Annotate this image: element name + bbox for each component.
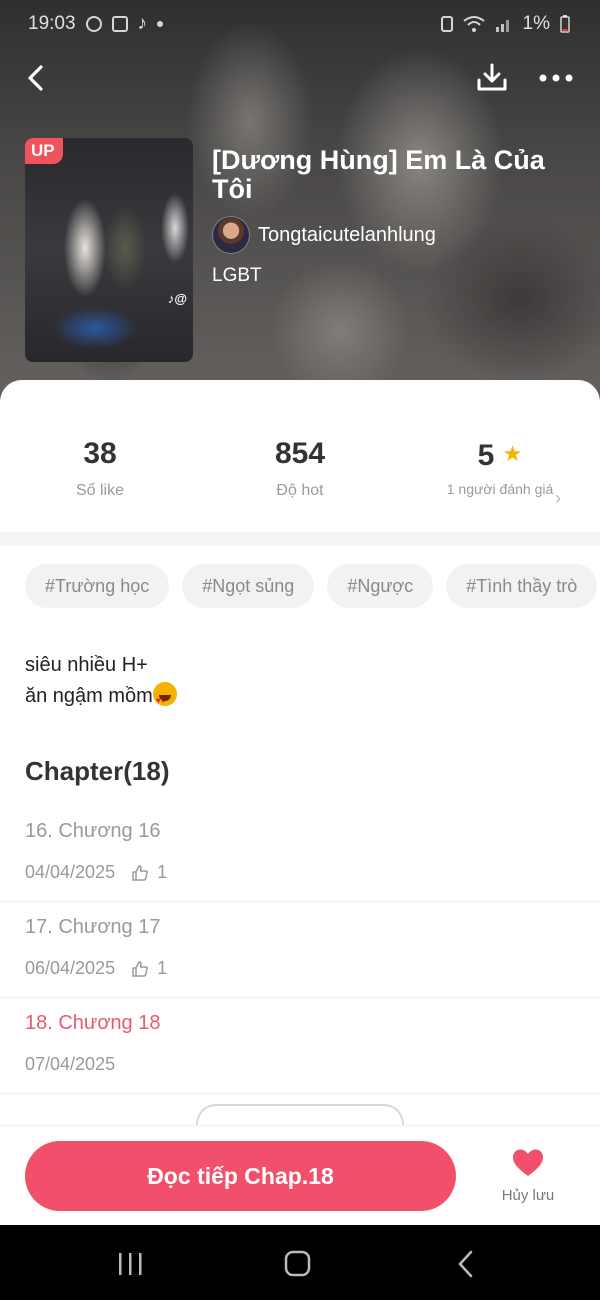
unsave-button[interactable]: Hủy lưu xyxy=(496,1148,560,1204)
home-button[interactable] xyxy=(278,1249,318,1279)
chapter-date: 06/04/2025 xyxy=(25,958,116,978)
chapter-likes: 1 xyxy=(157,862,168,882)
tag-sweet[interactable]: #Ngọt sủng xyxy=(182,564,315,608)
stats-row: 38 Số like 854 Độ hot 5 ★ 1 người đánh g… xyxy=(0,436,600,526)
tag-teacher-student[interactable]: #Tình thầy trò xyxy=(446,564,598,608)
hot-label: Độ hot xyxy=(276,482,324,499)
recent-apps-icon xyxy=(119,1253,142,1275)
description: siêu nhiều H+ ăn ngậm mồm xyxy=(25,650,177,716)
home-icon xyxy=(284,1250,311,1277)
chapter-row[interactable]: 17. Chương 17 06/04/2025 1 xyxy=(0,902,600,998)
chevron-right-icon: › xyxy=(555,488,561,508)
likes-label: Số like xyxy=(75,482,125,499)
status-time: 19:03 xyxy=(28,13,76,34)
unsave-label: Hủy lưu xyxy=(501,1187,555,1204)
thumbs-up-icon xyxy=(132,960,148,977)
description-line-2: ăn ngậm mồm xyxy=(25,685,153,707)
wifi-icon xyxy=(462,16,485,32)
chapters-heading: Chapter(18) xyxy=(25,756,170,786)
nav-back-icon xyxy=(458,1250,473,1278)
tag-list: #Trường học #Ngọt sủng #Ngược #Tình thầy… xyxy=(25,564,598,608)
section-divider xyxy=(0,532,600,546)
tag-school[interactable]: #Trường học xyxy=(25,564,170,608)
status-bar: 19:03 ♪ 1% xyxy=(28,10,570,38)
likes-stat: 38 Số like xyxy=(0,436,200,500)
tiktok-status-icon: ♪ xyxy=(137,13,148,34)
system-nav-bar xyxy=(0,1225,600,1300)
chapter-row-current[interactable]: 18. Chương 18 07/04/2025 xyxy=(0,998,600,1094)
chapter-name: 18. Chương 18 xyxy=(25,1012,161,1034)
continue-reading-button[interactable]: Đọc tiếp Chap.18 xyxy=(25,1141,456,1211)
more-options-button[interactable] xyxy=(536,62,576,94)
chapter-date: 04/04/2025 xyxy=(25,862,116,882)
battery-text: 1% xyxy=(522,13,550,34)
back-icon xyxy=(28,65,43,91)
book-title: [Dương Hùng] Em Là Của Tôi xyxy=(212,145,545,204)
gallery-status-icon xyxy=(111,16,128,32)
settings-status-icon xyxy=(85,16,102,32)
system-back-button[interactable] xyxy=(446,1249,486,1279)
download-icon xyxy=(477,63,507,91)
more-icon xyxy=(539,74,573,82)
tag-angst[interactable]: #Ngược xyxy=(327,564,434,608)
author-name: Tongtaicutelanhlung xyxy=(258,223,436,246)
signal-icon xyxy=(495,20,509,32)
author-avatar xyxy=(212,216,250,254)
chapter-name: 16. Chương 16 xyxy=(25,820,161,842)
likes-count: 38 xyxy=(83,437,117,470)
top-bar xyxy=(0,58,600,98)
thumbs-up-icon xyxy=(132,864,148,881)
heart-eyes-emoji-icon xyxy=(152,682,177,716)
chapter-name: 17. Chương 17 xyxy=(25,916,161,938)
author-link[interactable]: Tongtaicutelanhlung xyxy=(212,216,436,254)
chapter-row[interactable]: 16. Chương 16 04/04/2025 1 xyxy=(0,806,600,902)
notification-dot-icon xyxy=(157,21,164,27)
rating-value: 5 xyxy=(477,439,495,472)
hot-stat: 854 Độ hot xyxy=(200,436,400,500)
chapter-date: 07/04/2025 xyxy=(25,1054,116,1074)
tiktok-watermark-icon: ♪@ xyxy=(167,291,187,306)
rating-stat[interactable]: 5 ★ 1 người đánh giá xyxy=(400,436,600,499)
star-icon: ★ xyxy=(502,441,523,466)
rating-label: 1 người đánh giá xyxy=(446,481,554,497)
genre-label: LGBT xyxy=(212,265,262,286)
update-badge: UP xyxy=(25,138,63,164)
download-button[interactable] xyxy=(474,60,510,96)
bottom-action-bar: Đọc tiếp Chap.18 Hủy lưu xyxy=(0,1125,600,1225)
back-button[interactable] xyxy=(20,60,54,96)
description-line-1: siêu nhiều H+ xyxy=(25,654,148,676)
book-cover: UP ♪@ xyxy=(25,138,193,362)
hot-count: 854 xyxy=(274,437,326,470)
chapter-likes: 1 xyxy=(157,958,168,978)
battery-icon xyxy=(560,15,570,33)
heart-icon xyxy=(513,1149,543,1176)
recent-apps-button[interactable] xyxy=(110,1249,150,1279)
lock-status-icon xyxy=(440,16,453,32)
